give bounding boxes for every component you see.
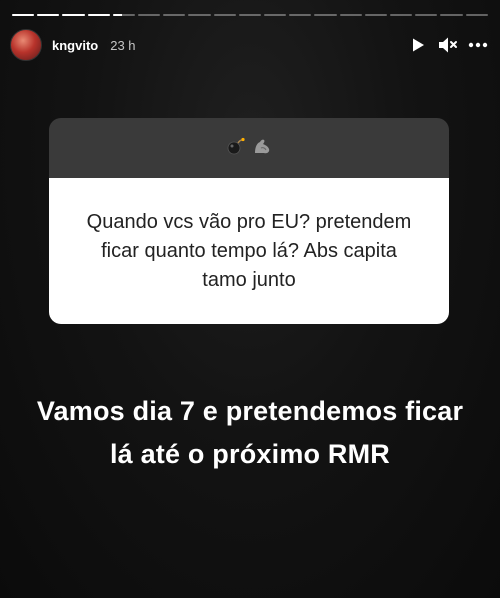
question-sticker: Quando vcs vão pro EU? pretendem ficar q… [49, 118, 449, 324]
play-icon[interactable] [408, 35, 428, 55]
progress-segment [112, 14, 136, 16]
question-text: Quando vcs vão pro EU? pretendem ficar q… [86, 210, 412, 291]
progress-segment [12, 14, 35, 16]
progress-segment [440, 14, 463, 16]
progress-segment [138, 14, 161, 16]
progress-segment [264, 14, 287, 16]
progress-segment [289, 14, 312, 16]
progress-segment [188, 14, 211, 16]
story-viewer[interactable]: kngvito 23 h Quando vcs vão pro EU? pret… [0, 0, 500, 598]
progress-segment [465, 14, 488, 16]
progress-segment [37, 14, 60, 16]
progress-segment [390, 14, 413, 16]
progress-segment [339, 14, 362, 16]
progress-segment [238, 14, 262, 16]
progress-segment [415, 14, 438, 16]
timestamp: 23 h [110, 37, 136, 53]
progress-segment [314, 14, 337, 16]
question-sticker-body: Quando vcs vão pro EU? pretendem ficar q… [49, 178, 449, 324]
story-controls [408, 35, 488, 55]
progress-segment [163, 14, 186, 16]
username[interactable]: kngvito [52, 38, 98, 53]
progress-segment [213, 14, 236, 16]
answer-text: Vamos dia 7 e pretendemos ficar lá até o… [36, 396, 464, 469]
more-icon[interactable] [468, 35, 488, 55]
progress-segment [87, 14, 110, 16]
progress-segment [364, 14, 388, 16]
bomb-icon [226, 137, 246, 160]
story-header: kngvito 23 h [10, 28, 488, 62]
avatar[interactable] [10, 29, 42, 61]
mute-icon[interactable] [438, 35, 458, 55]
progress-segment [62, 14, 85, 16]
story-progress-bar [12, 14, 488, 16]
question-sticker-header [49, 118, 449, 178]
flexed-biceps-icon [252, 137, 272, 160]
